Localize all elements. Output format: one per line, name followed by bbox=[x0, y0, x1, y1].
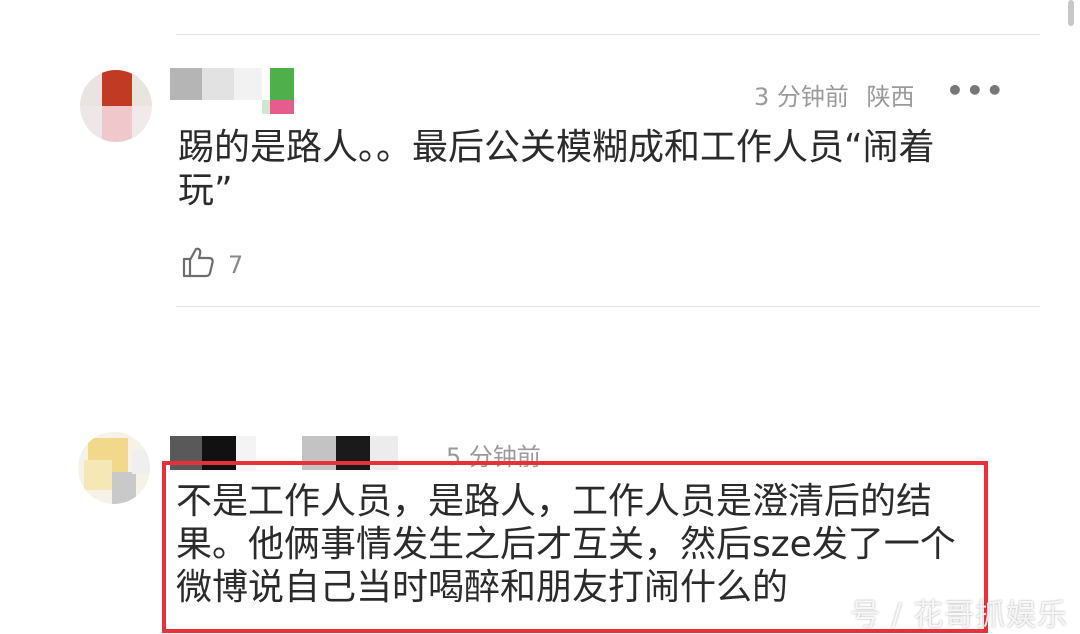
like-button[interactable]: 7 bbox=[180, 244, 243, 286]
comment-divider bbox=[176, 306, 1040, 307]
comment-meta: 3 分钟前 陕西 bbox=[754, 77, 915, 112]
avatar[interactable] bbox=[80, 70, 152, 142]
thumbs-up-icon bbox=[180, 244, 216, 286]
comment-location: 陕西 bbox=[866, 83, 915, 111]
more-dots-icon[interactable]: ••• bbox=[946, 74, 1006, 107]
watermark: 号 / 花哥抓娱乐 bbox=[850, 598, 1069, 633]
comment-text: 踢的是路人。。最后公关模糊成和工作人员“闹着玩” bbox=[178, 127, 935, 211]
top-divider bbox=[176, 34, 1040, 35]
scrollbar[interactable] bbox=[1068, 0, 1074, 26]
avatar[interactable] bbox=[78, 432, 150, 504]
comment-time: 3 分钟前 bbox=[754, 83, 849, 111]
like-count: 7 bbox=[228, 251, 244, 279]
